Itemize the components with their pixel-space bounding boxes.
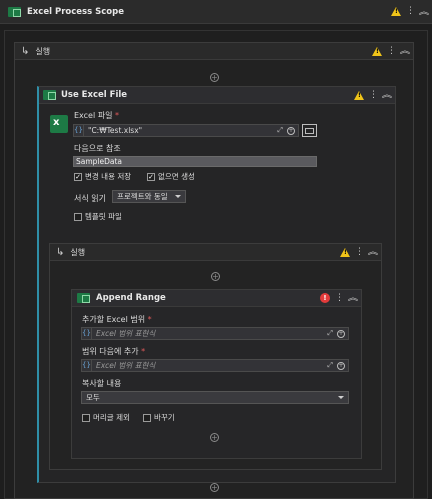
excel-process-scope-header[interactable]: Excel Process Scope ⋮ ︽ <box>0 0 432 24</box>
excel-icon <box>43 90 56 100</box>
reference-as-label: 다음으로 참조 <box>74 144 121 153</box>
error-icon[interactable]: ! <box>320 293 330 303</box>
checkbox-checked-icon: ✓ <box>74 172 82 181</box>
checkbox-unchecked-icon <box>143 413 151 422</box>
expression-icon: {} <box>82 360 92 371</box>
copy-content-value: 모두 <box>86 393 100 402</box>
use-excel-file-header[interactable]: Use Excel File ⋮ ︽ <box>39 87 395 104</box>
read-format-dropdown[interactable]: 프로젝트와 동일 <box>112 190 186 203</box>
outer-sequence-header[interactable]: ↳ 실행 ⋮ ︽ <box>15 43 413 60</box>
read-format-value: 프로젝트와 동일 <box>117 192 168 201</box>
scope-title: Excel Process Scope <box>27 6 124 17</box>
add-activity-icon[interactable]: + <box>210 483 219 492</box>
expression-icon: {} <box>74 125 84 136</box>
folder-icon <box>305 128 314 134</box>
destination-range-input[interactable]: {} Excel 범위 표현식 ⤢ + <box>81 359 349 372</box>
plus-menu-icon[interactable]: + <box>287 126 295 135</box>
use-excel-file-title: Use Excel File <box>61 90 128 100</box>
warning-icon[interactable] <box>354 90 364 100</box>
expand-editor-icon[interactable]: ⤢ <box>277 126 283 135</box>
warning-icon[interactable] <box>391 7 401 16</box>
excel-icon <box>77 293 90 303</box>
destination-range-label: 범위 다음에 추가 * <box>82 347 146 356</box>
expression-icon: {} <box>82 328 92 339</box>
collapse-icon[interactable]: ︽ <box>400 47 410 55</box>
expand-editor-icon[interactable]: ⤢ <box>327 361 333 370</box>
warning-icon[interactable] <box>340 247 350 257</box>
destination-range-placeholder: Excel 범위 표현식 <box>96 361 156 370</box>
save-changes-checkbox[interactable]: ✓ 변경 내용 저장 <box>74 171 131 182</box>
sequence-icon: ↳ <box>21 45 30 57</box>
excel-icon <box>8 6 21 17</box>
more-menu-icon[interactable]: ⋮ <box>369 90 378 100</box>
excel-file-path-input[interactable]: {} "C:₩Test.xlsx" ⤢ + <box>73 124 299 137</box>
add-activity-icon[interactable]: + <box>211 272 220 281</box>
collapse-icon[interactable]: ︽ <box>348 294 358 302</box>
excel-file-path-value: "C:₩Test.xlsx" <box>88 126 143 135</box>
template-file-checkbox[interactable]: 템플릿 파일 <box>74 211 122 222</box>
append-range-title: Append Range <box>96 293 166 303</box>
excel-file-large-icon <box>50 115 68 133</box>
target-range-input[interactable]: {} Excel 범위 표현식 ⤢ + <box>81 327 349 340</box>
chevron-down-icon <box>175 195 181 198</box>
chevron-down-icon <box>338 396 344 399</box>
checkbox-unchecked-icon <box>82 413 90 422</box>
collapse-icon[interactable]: ︽ <box>419 7 429 16</box>
collapse-icon[interactable]: ︽ <box>368 248 378 256</box>
copy-content-dropdown[interactable]: 모두 <box>81 391 349 404</box>
reference-name-value: SampleData <box>76 157 123 166</box>
warning-icon[interactable] <box>372 46 382 56</box>
transpose-checkbox[interactable]: 바꾸기 <box>143 412 175 423</box>
target-range-placeholder: Excel 범위 표현식 <box>96 329 156 338</box>
plus-menu-icon[interactable]: + <box>337 361 345 370</box>
copy-content-label: 복사할 내용 <box>82 379 122 388</box>
target-range-label: 추가할 Excel 범위 * <box>82 315 152 324</box>
reference-name-input[interactable]: SampleData <box>73 156 317 167</box>
read-format-label: 서식 읽기 <box>74 194 106 203</box>
more-menu-icon[interactable]: ⋮ <box>406 7 415 16</box>
inner-sequence-title: 실행 <box>70 247 86 257</box>
collapse-icon[interactable]: ︽ <box>382 91 392 99</box>
checkbox-unchecked-icon <box>74 212 82 221</box>
checkbox-checked-icon: ✓ <box>147 172 155 181</box>
sequence-icon: ↳ <box>56 246 65 258</box>
more-menu-icon[interactable]: ⋮ <box>387 46 396 56</box>
more-menu-icon[interactable]: ⋮ <box>335 293 344 303</box>
expand-editor-icon[interactable]: ⤢ <box>327 329 333 338</box>
outer-sequence-title: 실행 <box>35 46 51 56</box>
excel-file-label: Excel 파일 * <box>74 111 120 120</box>
more-menu-icon[interactable]: ⋮ <box>355 247 364 257</box>
create-if-missing-checkbox[interactable]: ✓ 없으면 생성 <box>147 171 195 182</box>
plus-menu-icon[interactable]: + <box>337 329 345 338</box>
inner-sequence-header[interactable]: ↳ 실행 ⋮ ︽ <box>50 244 381 261</box>
add-activity-icon[interactable]: + <box>210 73 219 82</box>
browse-folder-button[interactable] <box>302 124 317 137</box>
exclude-headers-checkbox[interactable]: 머리글 제외 <box>82 412 130 423</box>
append-range-header[interactable]: Append Range ! ⋮ ︽ <box>72 290 361 307</box>
add-activity-icon[interactable]: + <box>210 433 219 442</box>
